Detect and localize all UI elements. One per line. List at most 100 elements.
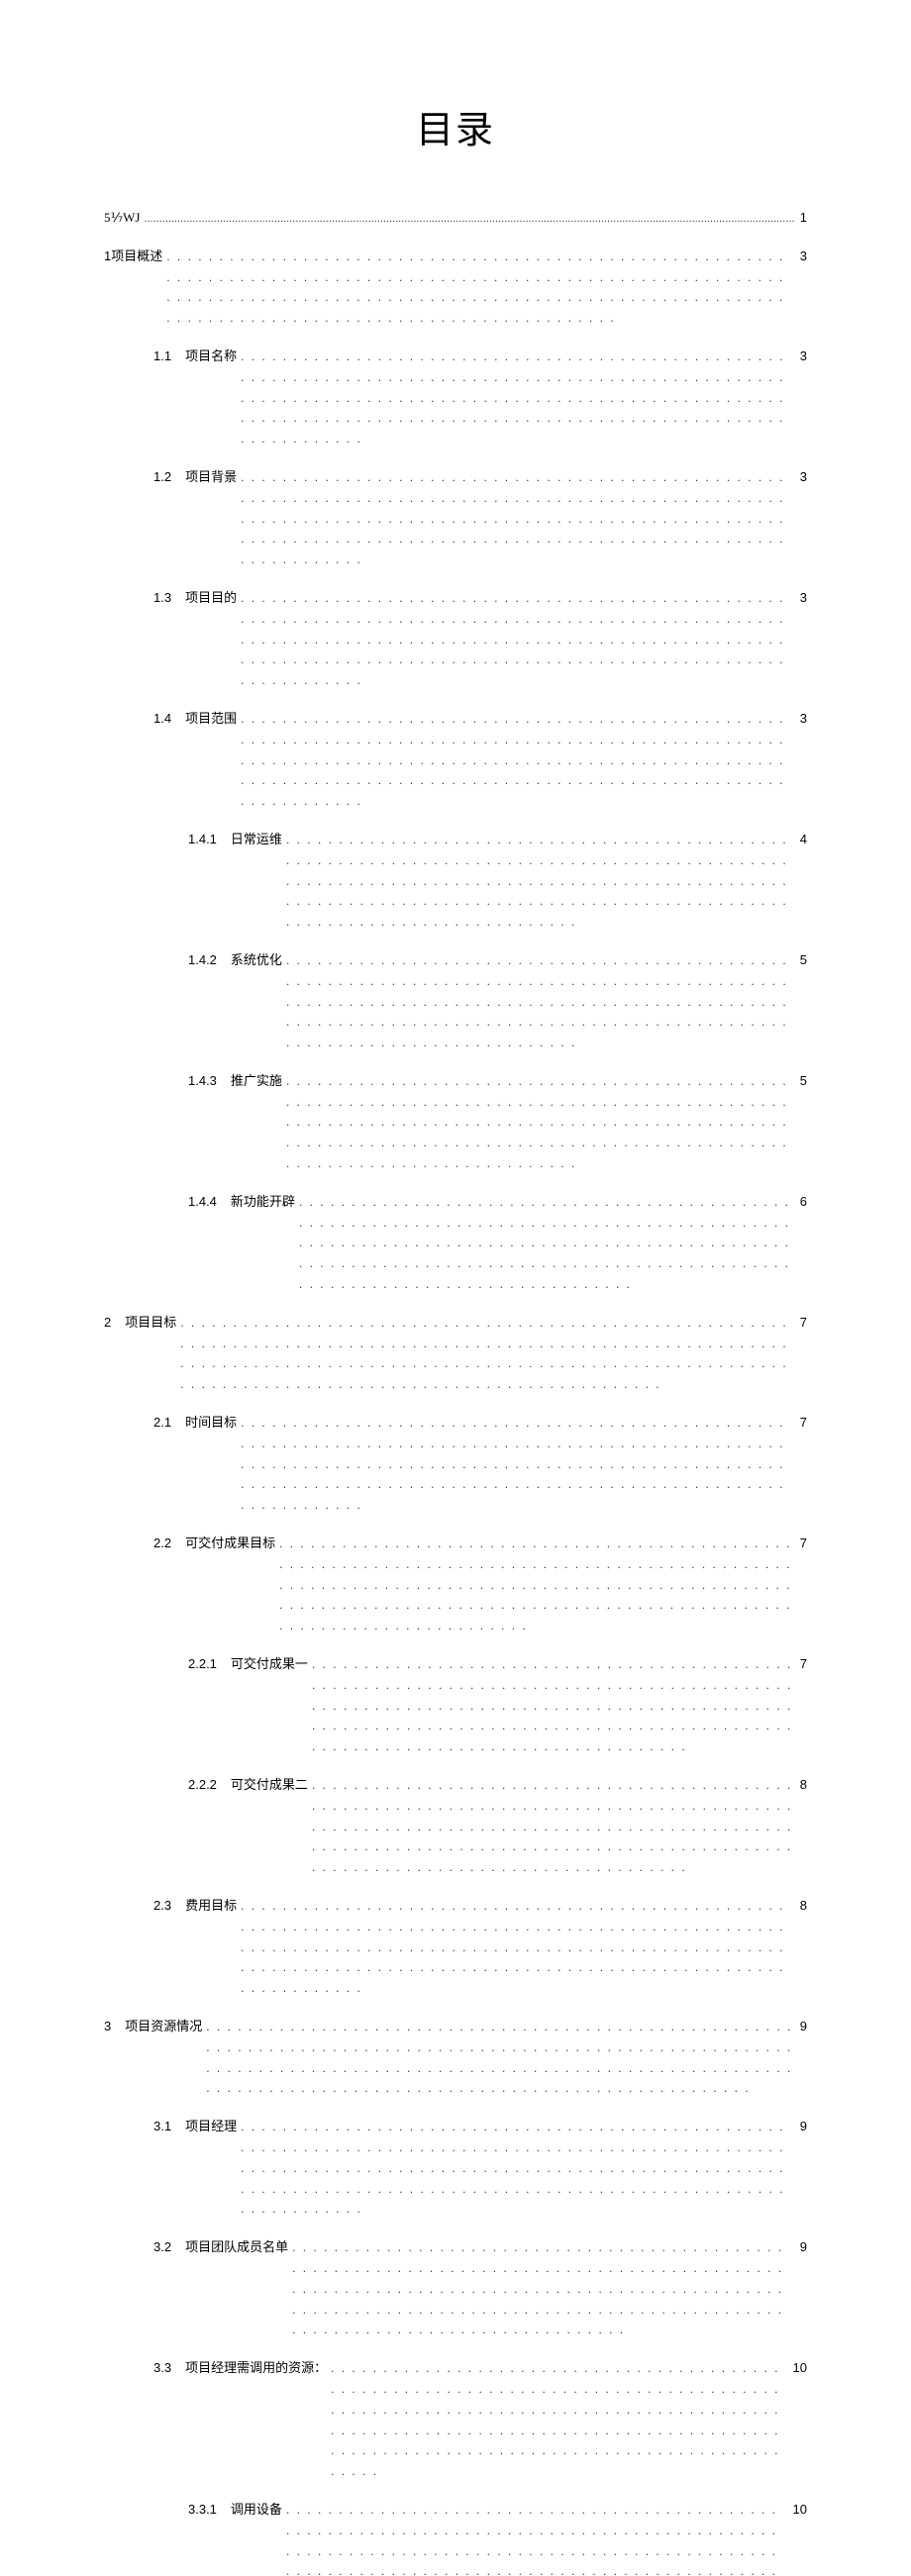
toc-leader bbox=[312, 1775, 794, 1878]
toc-entry-page: 3 bbox=[800, 347, 807, 367]
toc-entry-number: 2.3 bbox=[153, 1896, 171, 1917]
toc-entry-page: 10 bbox=[793, 2358, 807, 2379]
toc-entry: 1.2 项目背景 3 bbox=[104, 467, 807, 570]
toc-entry-number: 1.2 bbox=[153, 467, 171, 488]
toc-entry-number: 2.2.2 bbox=[188, 1775, 217, 1796]
toc-leader bbox=[180, 1313, 794, 1395]
toc-entry-number: 1.4.2 bbox=[188, 950, 217, 971]
toc-leader bbox=[241, 467, 794, 570]
toc-entry-page: 7 bbox=[800, 1534, 807, 1554]
toc-entry-label: 项目目标 bbox=[125, 1313, 176, 1334]
toc-entry-label: 可交付成果一 bbox=[231, 1654, 308, 1675]
toc-entry-label: 项目目的 bbox=[185, 588, 237, 609]
toc-leader bbox=[312, 1654, 794, 1757]
toc-entry: 2.2.1 可交付成果一 7 bbox=[104, 1654, 807, 1757]
toc-entry-label: 项目名称 bbox=[185, 347, 237, 367]
toc-leader bbox=[166, 247, 794, 329]
toc-entry-label: 新功能开辟 bbox=[231, 1192, 295, 1213]
toc-leader bbox=[241, 1896, 794, 1999]
toc-entry-page: 9 bbox=[800, 2237, 807, 2258]
toc-entry-number: 3.3 bbox=[153, 2358, 171, 2379]
toc-entry: 1.4.2 系统优化 5 bbox=[104, 950, 807, 1053]
toc-entry-page: 5 bbox=[800, 950, 807, 971]
toc-leader bbox=[286, 2500, 787, 2576]
toc-entry: 2.2.2 可交付成果二 8 bbox=[104, 1775, 807, 1878]
toc-entry-number: 1.4.4 bbox=[188, 1192, 217, 1213]
toc-entry-page: 10 bbox=[793, 2500, 807, 2521]
toc-entry: 2 项目目标 7 bbox=[104, 1313, 807, 1395]
toc-entry-page: 3 bbox=[800, 709, 807, 730]
toc-entry-label: 项目团队成员名单 bbox=[185, 2237, 288, 2258]
toc-leader bbox=[299, 1192, 794, 1295]
toc-entry: 1.4 项目范围 3 bbox=[104, 709, 807, 812]
toc-entry-number: 3.1 bbox=[153, 2117, 171, 2137]
toc-entry-label: 日常运维 bbox=[231, 830, 282, 850]
toc-leader bbox=[144, 208, 793, 229]
toc-entry-page: 4 bbox=[800, 830, 807, 850]
toc-entry-page: 5 bbox=[800, 1071, 807, 1092]
toc-leader bbox=[331, 2358, 786, 2482]
toc-entry-page: 3 bbox=[800, 247, 807, 267]
toc-entry-number: 1.4.1 bbox=[188, 830, 217, 850]
toc-entry-number: 1.4 bbox=[153, 709, 171, 730]
toc-entry: 3 项目资源情况 9 bbox=[104, 2017, 807, 2099]
toc-entry: 3.2 项目团队成员名单 9 bbox=[104, 2237, 807, 2340]
toc-leader bbox=[241, 347, 794, 449]
toc-entry-page: 3 bbox=[800, 588, 807, 609]
toc-entry-number: 3.2 bbox=[153, 2237, 171, 2258]
toc-leader bbox=[286, 1071, 794, 1174]
toc-entry-label: 1项目概述 bbox=[104, 247, 162, 267]
page-title: 目录 bbox=[104, 99, 807, 153]
toc-entry-number: 3 bbox=[104, 2017, 111, 2037]
toc-entry: 1.1 项目名称 3 bbox=[104, 347, 807, 449]
toc-entry-label: 项目范围 bbox=[185, 709, 237, 730]
toc-entry-label: 推广实施 bbox=[231, 1071, 282, 1092]
toc-entry-label: 系统优化 bbox=[231, 950, 282, 971]
toc-entry-label: 调用设备 bbox=[231, 2500, 282, 2521]
toc-entry-page: 8 bbox=[800, 1896, 807, 1917]
toc-entry-number: 3.3.1 bbox=[188, 2500, 217, 2521]
toc-entry-page: 7 bbox=[800, 1313, 807, 1334]
toc-entry: 3.3 项目经理需调用的资源： 10 bbox=[104, 2358, 807, 2482]
toc-entry-label: 可交付成果二 bbox=[231, 1775, 308, 1796]
toc-entry: 2.3 费用目标 8 bbox=[104, 1896, 807, 1999]
toc-entry-label: 项目经理需调用的资源： bbox=[185, 2358, 327, 2379]
toc-entry-page: 7 bbox=[800, 1654, 807, 1675]
toc-entry: 1.3 项目目的 3 bbox=[104, 588, 807, 691]
toc-entry-number: 1.3 bbox=[153, 588, 171, 609]
toc-entry-number: 2.1 bbox=[153, 1413, 171, 1434]
toc-leader bbox=[241, 709, 794, 812]
toc-leader bbox=[206, 2017, 794, 2099]
toc-entry: 1项目概述 3 bbox=[104, 247, 807, 329]
toc-leader bbox=[279, 1534, 794, 1636]
toc-entry-label: 项目资源情况 bbox=[125, 2017, 202, 2037]
toc-entry-label: 项目经理 bbox=[185, 2117, 237, 2137]
toc-entry: 1.4.3 推广实施 5 bbox=[104, 1071, 807, 1174]
toc-entry: 2.1时间目标7 bbox=[104, 1413, 807, 1516]
toc-leader bbox=[292, 2237, 794, 2340]
toc-entry-page: 8 bbox=[800, 1775, 807, 1796]
toc-entry-page: 9 bbox=[800, 2017, 807, 2037]
toc-leader bbox=[286, 950, 794, 1053]
toc-entry: 1.4.4 新功能开辟 6 bbox=[104, 1192, 807, 1295]
toc-entry-number: 1.4.3 bbox=[188, 1071, 217, 1092]
toc-leader bbox=[241, 588, 794, 691]
toc-entry: 3.3.1 调用设备 10 bbox=[104, 2500, 807, 2576]
toc-entry: 5⅐WJ 1 bbox=[104, 208, 807, 229]
toc-entry-number: 2.2.1 bbox=[188, 1654, 217, 1675]
toc-entry-number: 2 bbox=[104, 1313, 111, 1334]
toc-entry-page: 6 bbox=[800, 1192, 807, 1213]
toc-entry-number: 1.1 bbox=[153, 347, 171, 367]
toc-leader bbox=[286, 830, 794, 933]
toc-entry-page: 3 bbox=[800, 467, 807, 488]
toc-entry-label: 项目背景 bbox=[185, 467, 237, 488]
toc-leader bbox=[241, 2117, 794, 2220]
toc-entry-page: 1 bbox=[800, 208, 807, 229]
toc-entry-label: 可交付成果目标 bbox=[185, 1534, 275, 1554]
toc-entry-number: 2.2 bbox=[153, 1534, 171, 1554]
toc-entry-label: 费用目标 bbox=[185, 1896, 237, 1917]
toc-entry-label: 5⅐WJ bbox=[104, 208, 140, 229]
toc-entry-page: 7 bbox=[800, 1413, 807, 1434]
table-of-contents: 5⅐WJ 1 1项目概述 3 1.1 项目名称 3 1.2 项目背景 3 1.3 项目目的 3 1.4 项目… bbox=[104, 208, 807, 2576]
toc-leader bbox=[241, 1413, 794, 1516]
